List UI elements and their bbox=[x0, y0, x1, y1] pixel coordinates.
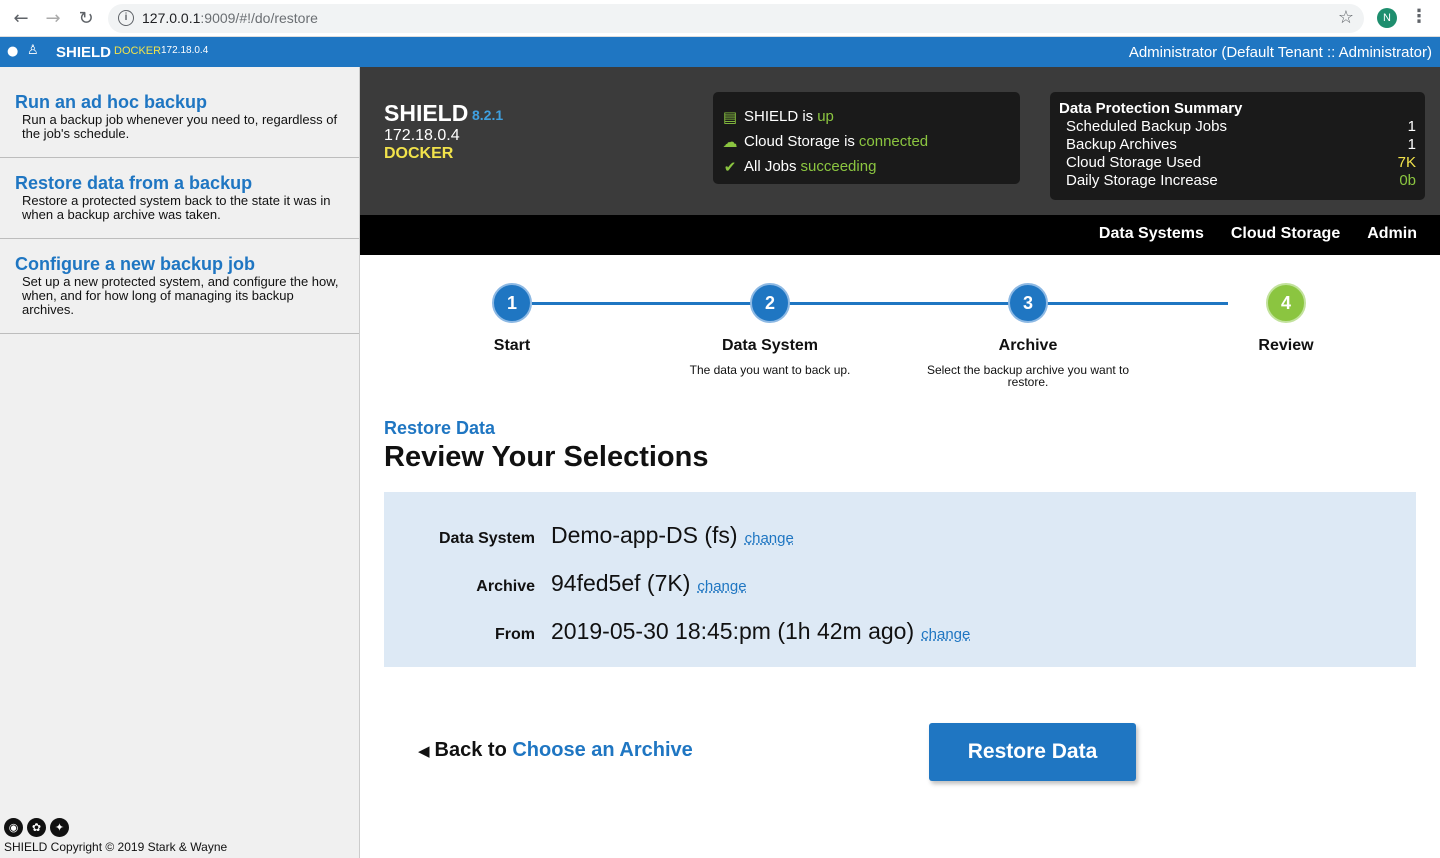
env-label: DOCKER bbox=[114, 45, 162, 57]
sidebar-footer: ◉ ✿ ✦ SHIELD Copyright © 2019 Stark & Wa… bbox=[4, 818, 227, 854]
status-value: up bbox=[817, 108, 834, 125]
review-label: From bbox=[495, 626, 535, 643]
data-protection-summary: Data Protection Summary Scheduled Backup… bbox=[1050, 92, 1425, 200]
review-value: 2019-05-30 18:45:pm (1h 42m ago) bbox=[551, 618, 915, 644]
review-label: Data System bbox=[438, 530, 535, 547]
change-data-system-link[interactable]: change bbox=[745, 530, 794, 547]
main-nav: Data Systems Cloud Storage Admin bbox=[360, 215, 1440, 255]
apple-icon: ● bbox=[7, 44, 19, 59]
sidebar-item-desc: Set up a new protected system, and confi… bbox=[22, 274, 339, 317]
summary-row: Scheduled Backup Jobs 1 bbox=[1066, 118, 1416, 135]
back-to-archive-link[interactable]: ◀ Back to Choose an Archive bbox=[418, 739, 693, 762]
browser-toolbar: ← → ↻ i 127.0.0.1:9009/#!/do/restore ☆ N… bbox=[0, 0, 1440, 37]
app-brand[interactable]: SHIELD bbox=[56, 44, 111, 61]
sidebar-item-title[interactable]: Configure a new backup job bbox=[15, 254, 344, 275]
shield-ip: 172.18.0.4 bbox=[384, 127, 460, 144]
change-from-link[interactable]: change bbox=[921, 626, 970, 643]
section-kicker: Restore Data bbox=[384, 418, 496, 438]
sidebar: Run an ad hoc backup Run a backup job wh… bbox=[0, 67, 360, 858]
sidebar-item-desc: Restore a protected system back to the s… bbox=[22, 193, 331, 222]
address-bar[interactable]: i 127.0.0.1:9009/#!/do/restore ☆ bbox=[108, 4, 1364, 33]
status-label: SHIELD is bbox=[744, 108, 814, 125]
cloud-check-icon: ☁ bbox=[722, 132, 738, 151]
status-cloud: ☁ Cloud Storage is connected bbox=[721, 129, 1020, 154]
health-status-box: ▤ SHIELD is up ☁ Cloud Storage is connecte… bbox=[713, 92, 1020, 184]
server-check-icon: ▤ bbox=[722, 107, 738, 126]
step-review: 4 Review bbox=[1166, 283, 1406, 355]
reload-icon[interactable]: ↻ bbox=[75, 8, 97, 30]
status-label: Cloud Storage is bbox=[744, 133, 855, 150]
summary-row: Daily Storage Increase 0b bbox=[1066, 172, 1416, 189]
status-label: All Jobs bbox=[744, 158, 797, 175]
nav-data-systems[interactable]: Data Systems bbox=[1099, 225, 1204, 243]
sidebar-item-configure[interactable]: Configure a new backup job Set up a new … bbox=[0, 239, 359, 334]
shield-name: SHIELD bbox=[384, 100, 469, 126]
sidebar-item-adhoc[interactable]: Run an ad hoc backup Run a backup job wh… bbox=[0, 67, 359, 158]
shield-env: DOCKER bbox=[384, 145, 454, 162]
nav-cloud-storage[interactable]: Cloud Storage bbox=[1231, 225, 1340, 243]
twitter-icon[interactable]: ✦ bbox=[50, 818, 69, 837]
app-topbar: ● ♙ SHIELD DOCKER 172.18.0.4 Administrat… bbox=[0, 37, 1440, 67]
nav-admin[interactable]: Admin bbox=[1367, 225, 1417, 243]
page-title: Review Your Selections bbox=[384, 441, 709, 473]
check-badge-icon: ✔ bbox=[723, 157, 737, 176]
change-archive-link[interactable]: change bbox=[697, 578, 746, 595]
summary-title: Data Protection Summary bbox=[1059, 100, 1243, 117]
copyright: SHIELD Copyright © 2019 Stark & Wayne bbox=[4, 840, 228, 854]
user-menu[interactable]: Administrator (Default Tenant :: Adminis… bbox=[1129, 44, 1432, 61]
review-value: 94fed5ef (7K) bbox=[551, 570, 691, 596]
linux-icon: ♙ bbox=[27, 43, 39, 58]
review-label: Archive bbox=[476, 578, 535, 595]
sidebar-item-restore[interactable]: Restore data from a backup Restore a pro… bbox=[0, 158, 359, 239]
back-triangle-icon: ◀ bbox=[418, 742, 430, 760]
back-arrow-icon[interactable]: ← bbox=[10, 8, 32, 30]
sidebar-item-desc: Run a backup job whenever you need to, r… bbox=[22, 112, 338, 141]
review-row-data-system: Data System Demo-app-DS (fs) change bbox=[384, 522, 794, 549]
community-icon[interactable]: ✿ bbox=[27, 818, 46, 837]
step-archive[interactable]: 3 Archive Select the backup archive you … bbox=[908, 283, 1148, 388]
bookmark-star-icon[interactable]: ☆ bbox=[1338, 7, 1354, 28]
github-icon[interactable]: ◉ bbox=[4, 818, 23, 837]
summary-row: Cloud Storage Used 7K bbox=[1066, 154, 1416, 171]
header-panel: SHIELD 8.2.1 172.18.0.4 DOCKER ▤ SHIELD … bbox=[360, 67, 1440, 215]
env-ip: 172.18.0.4 bbox=[161, 45, 209, 56]
forward-arrow-icon[interactable]: → bbox=[42, 8, 64, 30]
sidebar-item-title[interactable]: Run an ad hoc backup bbox=[15, 92, 344, 113]
review-row-from: From 2019-05-30 18:45:pm (1h 42m ago) ch… bbox=[384, 618, 970, 645]
review-value: Demo-app-DS (fs) bbox=[551, 522, 738, 548]
review-row-archive: Archive 94fed5ef (7K) change bbox=[384, 570, 746, 597]
step-data-system[interactable]: 2 Data System The data you want to back … bbox=[650, 283, 890, 376]
browser-menu-icon[interactable]: ⋮ bbox=[1410, 6, 1428, 27]
status-value: connected bbox=[858, 133, 929, 150]
shield-version: 8.2.1 bbox=[472, 107, 504, 123]
step-start[interactable]: 1 Start bbox=[392, 283, 632, 355]
review-panel: Data System Demo-app-DS (fs) change Arch… bbox=[384, 492, 1416, 667]
restore-data-button[interactable]: Restore Data bbox=[929, 723, 1136, 781]
sidebar-item-title[interactable]: Restore data from a backup bbox=[15, 173, 344, 194]
summary-row: Backup Archives 1 bbox=[1066, 136, 1416, 153]
wizard-stepper: 1 Start 2 Data System The data you want … bbox=[360, 255, 1440, 405]
url-text[interactable]: 127.0.0.1:9009/#!/do/restore bbox=[142, 10, 318, 26]
status-shield: ▤ SHIELD is up bbox=[721, 104, 1020, 129]
status-jobs: ✔ All Jobs succeeding bbox=[721, 154, 1020, 179]
status-value: succeeding bbox=[800, 158, 877, 175]
profile-avatar[interactable]: N bbox=[1377, 8, 1397, 28]
site-info-icon[interactable]: i bbox=[118, 10, 134, 26]
